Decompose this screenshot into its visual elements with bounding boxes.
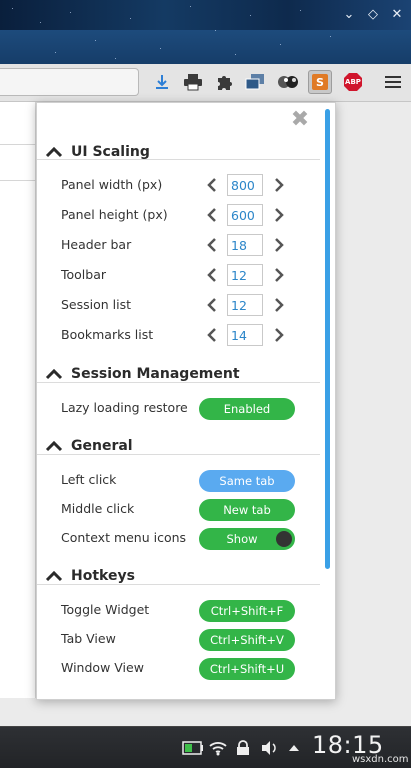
chevron-right-icon[interactable] — [272, 325, 286, 345]
chevron-up-icon — [45, 368, 63, 380]
chevron-left-icon[interactable] — [205, 175, 219, 195]
context-menu-icons-toggle[interactable]: Show — [199, 528, 295, 550]
chevron-left-icon[interactable] — [205, 205, 219, 225]
chevron-up-icon — [45, 146, 63, 158]
toggle-label: Show — [226, 532, 258, 546]
chevron-right-icon[interactable] — [272, 205, 286, 225]
download-icon[interactable] — [150, 70, 174, 94]
section-title: Hotkeys — [71, 568, 135, 584]
row-label: Toggle Widget — [61, 602, 150, 617]
lock-icon[interactable] — [236, 737, 250, 759]
close-window-icon[interactable]: ✕ — [388, 6, 406, 24]
chevron-left-icon[interactable] — [205, 325, 219, 345]
left-click-toggle[interactable]: Same tab — [199, 470, 295, 492]
section-title: UI Scaling — [71, 144, 150, 160]
row-label: Left click — [61, 472, 117, 487]
row-label: Session list — [61, 297, 132, 312]
chevron-right-icon[interactable] — [272, 235, 286, 255]
browser-toolbar — [0, 30, 411, 64]
row-label: Context menu icons — [61, 530, 187, 545]
system-taskbar: 18:15 — [0, 726, 411, 768]
panel-width-input[interactable] — [227, 174, 263, 196]
header-bar-input[interactable] — [227, 234, 263, 256]
row-label: Lazy loading restore — [61, 400, 188, 415]
settings-popup: ✖ UI Scaling Panel width (px) Panel heig… — [36, 102, 336, 700]
popup-scrollbar[interactable] — [325, 109, 330, 569]
tab-view-hotkey[interactable]: Ctrl+Shift+V — [199, 629, 295, 651]
section-title: Session Management — [71, 366, 240, 382]
chevron-right-icon[interactable] — [272, 295, 286, 315]
battery-icon[interactable] — [182, 737, 204, 759]
eyes-icon[interactable] — [276, 70, 300, 94]
chevron-left-icon[interactable] — [205, 235, 219, 255]
section-title: General — [71, 438, 133, 454]
abp-label: ABP — [345, 78, 361, 86]
row-label: Tab View — [61, 631, 116, 646]
middle-click-toggle[interactable]: New tab — [199, 499, 295, 521]
chevron-right-icon[interactable] — [272, 175, 286, 195]
menu-icon[interactable] — [381, 70, 405, 94]
row-label: Window View — [61, 660, 144, 675]
row-label: Panel height (px) — [61, 207, 168, 222]
page-card — [0, 102, 36, 698]
chevron-left-icon[interactable] — [205, 295, 219, 315]
panel-height-input[interactable] — [227, 204, 263, 226]
chevron-up-icon — [45, 440, 63, 452]
session-list-input[interactable] — [227, 294, 263, 316]
watermark: wsxdn.com — [352, 754, 409, 765]
session-badge: S — [316, 75, 324, 89]
toggle-widget-hotkey[interactable]: Ctrl+Shift+F — [199, 600, 295, 622]
print-icon[interactable] — [181, 70, 205, 94]
bookmarks-list-input[interactable] — [227, 324, 263, 346]
volume-icon[interactable] — [260, 737, 278, 759]
row-label: Middle click — [61, 501, 135, 516]
row-label: Header bar — [61, 237, 132, 252]
row-label: Toolbar — [61, 267, 107, 282]
lazy-loading-toggle[interactable]: Enabled — [199, 398, 295, 420]
wifi-icon[interactable] — [208, 737, 228, 759]
window-view-hotkey[interactable]: Ctrl+Shift+U — [199, 658, 295, 680]
toggle-knob[interactable] — [276, 531, 292, 547]
row-label: Bookmarks list — [61, 327, 154, 342]
row-label: Panel width (px) — [61, 177, 163, 192]
session-manager-icon[interactable]: S — [308, 70, 332, 94]
minimize-icon[interactable]: ⌄ — [340, 6, 358, 24]
toolbar-input[interactable] — [227, 264, 263, 286]
adblock-icon[interactable]: ABP — [341, 70, 365, 94]
address-bar[interactable] — [0, 68, 139, 96]
chevron-left-icon[interactable] — [205, 265, 219, 285]
close-popup-icon[interactable]: ✖ — [289, 109, 311, 131]
tray-expand-icon[interactable] — [288, 737, 300, 759]
chevron-right-icon[interactable] — [272, 265, 286, 285]
maximize-icon[interactable]: ◇ — [364, 6, 382, 24]
windows-icon[interactable] — [243, 70, 267, 94]
puzzle-icon[interactable] — [212, 70, 236, 94]
chevron-up-icon — [45, 570, 63, 582]
